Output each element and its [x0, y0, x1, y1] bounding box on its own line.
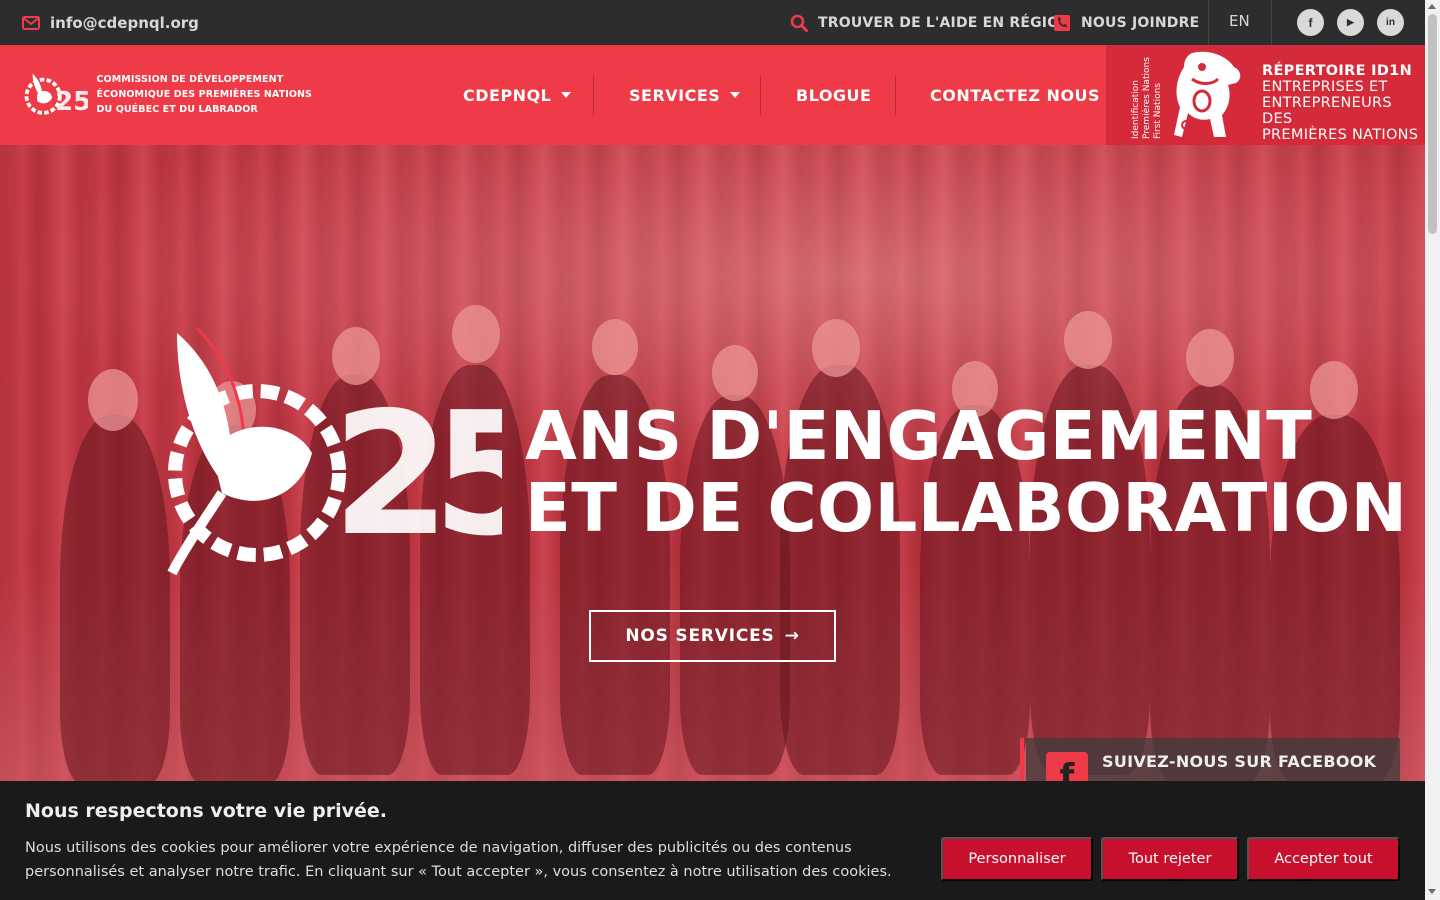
id1n-title: RÉPERTOIRE ID1N: [1262, 63, 1413, 79]
caret-down-icon: [561, 92, 572, 98]
contact-label: NOUS JOINDRE: [1081, 14, 1200, 31]
team-member-head: [812, 319, 860, 377]
envelope-icon: [22, 15, 40, 30]
divider: [1208, 0, 1209, 45]
email-link[interactable]: info@cdepnql.org: [22, 0, 199, 45]
bear-emblem-icon: [1174, 51, 1241, 137]
hero-headline: ANS D'ENGAGEMENT ET DE COLLABORATION: [525, 400, 1407, 544]
svg-text:25: 25: [55, 87, 88, 117]
caret-down-icon: [730, 92, 741, 98]
anniversary-number: 25: [332, 376, 502, 574]
id1n-text: RÉPERTOIRE ID1N ENTREPRISES ET ENTREPREN…: [1262, 63, 1425, 143]
nav-item-contact[interactable]: CONTACTEZ NOUS: [930, 75, 1100, 115]
scroll-up-icon[interactable]: [1428, 4, 1436, 9]
language-switch[interactable]: EN: [1229, 0, 1250, 45]
headline-line: ET DE COLLABORATION: [525, 469, 1408, 547]
customize-cookies-button[interactable]: Personnaliser: [941, 837, 1093, 881]
nav-item-cdepnql[interactable]: CDEPNQL: [463, 75, 572, 115]
cookie-text: Nous utilisons des cookies pour améliore…: [25, 840, 892, 880]
team-member-head: [592, 319, 638, 375]
id1n-directory-banner[interactable]: Identification Premières Nations First N…: [1106, 45, 1425, 145]
youtube-icon[interactable]: ▶: [1337, 9, 1364, 36]
team-member-head: [1064, 311, 1112, 369]
anniversary-25-emblem-icon: 25: [167, 326, 502, 576]
find-help-label: TROUVER DE L'AIDE EN RÉGION: [818, 14, 1072, 31]
top-bar: info@cdepnql.org TROUVER DE L'AIDE EN RÉ…: [0, 0, 1425, 45]
nav-label: CDEPNQL: [463, 85, 552, 105]
nav-label: CONTACTEZ NOUS: [930, 85, 1101, 105]
find-help-link[interactable]: TROUVER DE L'AIDE EN RÉGION: [790, 0, 1071, 45]
headline-line: ANS D'ENGAGEMENT: [525, 397, 1313, 475]
nav-item-blogue[interactable]: BLOGUE: [796, 75, 871, 115]
logo-line: DU QUÉBEC ET DU LABRADOR: [96, 103, 258, 115]
arrow-right-icon: →: [784, 626, 800, 646]
nav-divider: [895, 75, 896, 115]
team-member-head: [1186, 329, 1234, 387]
email-text: info@cdepnql.org: [50, 13, 199, 32]
vertical-line: Identification: [1131, 80, 1141, 139]
main-header: 25 COMMISSION DE DÉVELOPPEMENT ÉCONOMIQU…: [0, 45, 1425, 145]
nav-divider: [593, 75, 594, 115]
team-member-head: [712, 345, 758, 401]
id1n-subtitle-line: ENTREPRISES ET: [1262, 79, 1388, 95]
page-scrollbar[interactable]: [1425, 0, 1440, 900]
logo-line: ÉCONOMIQUE DES PREMIÈRES NATIONS: [96, 88, 312, 100]
nav-divider: [760, 75, 761, 115]
id1n-subtitle-line: ENTREPRENEURS DES: [1262, 95, 1392, 127]
cookie-title: Nous respectons votre vie privée.: [25, 800, 387, 822]
vertical-line: First Nations: [1153, 83, 1163, 139]
nav-item-services[interactable]: SERVICES: [629, 75, 741, 115]
logo-line: COMMISSION DE DÉVELOPPEMENT: [96, 73, 284, 85]
scroll-down-icon[interactable]: [1428, 889, 1436, 894]
search-icon: [790, 14, 808, 32]
contact-link[interactable]: NOUS JOINDRE: [1053, 0, 1199, 45]
vertical-line: Premières Nations: [1141, 57, 1152, 139]
logo-text: COMMISSION DE DÉVELOPPEMENT ÉCONOMIQUE D…: [96, 72, 312, 117]
our-services-button[interactable]: NOS SERVICES →: [589, 610, 836, 662]
cdepnql-25-logo-icon: 25: [24, 73, 88, 117]
nav-label: SERVICES: [629, 85, 721, 105]
scrollbar-thumb[interactable]: [1428, 14, 1437, 234]
nav-label: BLOGUE: [796, 85, 872, 105]
id1n-vertical-label: Identification Premières Nations First N…: [1131, 57, 1163, 139]
facebook-follow-label: SUIVEZ-NOUS SUR FACEBOOK: [1102, 752, 1377, 771]
team-member: [60, 415, 170, 785]
cookie-consent-banner: Nous respectons votre vie privée. Nous u…: [0, 781, 1425, 900]
accept-all-cookies-button[interactable]: Accepter tout: [1247, 837, 1400, 881]
cta-label: NOS SERVICES: [625, 626, 775, 646]
id1n-subtitle-line: PREMIÈRES NATIONS: [1262, 127, 1419, 143]
linkedin-icon[interactable]: in: [1377, 9, 1404, 36]
phone-icon: [1054, 14, 1070, 31]
reject-all-cookies-button[interactable]: Tout rejeter: [1101, 837, 1239, 881]
site-logo[interactable]: 25 COMMISSION DE DÉVELOPPEMENT ÉCONOMIQU…: [22, 59, 312, 129]
facebook-icon[interactable]: f: [1297, 9, 1324, 36]
team-member-head: [88, 369, 138, 431]
divider: [1271, 0, 1272, 45]
